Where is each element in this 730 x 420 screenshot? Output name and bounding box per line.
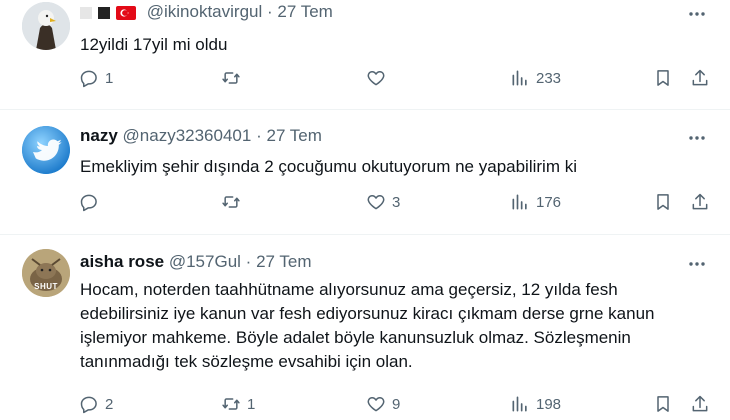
reply-button[interactable]: 1 bbox=[79, 68, 113, 88]
views-count: 198 bbox=[536, 395, 562, 413]
views-count: 233 bbox=[536, 69, 562, 87]
avatar[interactable] bbox=[22, 126, 70, 174]
avatar-caption: SHUT bbox=[34, 282, 58, 291]
like-button[interactable]: 9 bbox=[366, 394, 400, 414]
separator-dot: · bbox=[256, 126, 262, 145]
white-square-icon bbox=[80, 7, 92, 19]
bookmark-icon bbox=[657, 194, 669, 210]
like-icon bbox=[367, 397, 385, 412]
retweet-count: 1 bbox=[247, 395, 256, 413]
reply-count: 1 bbox=[105, 69, 114, 87]
bookmark-button[interactable] bbox=[653, 68, 673, 88]
tweet-3[interactable]: SHUT aisha rose @157Gul · 27 Tem Hocam, … bbox=[0, 235, 730, 420]
tweet-header: nazy @nazy32360401 · 27 Tem bbox=[80, 125, 322, 147]
bookmark-button[interactable] bbox=[653, 192, 673, 212]
eagle-avatar-image bbox=[22, 2, 70, 50]
tweet-date[interactable]: 27 Tem bbox=[266, 126, 321, 145]
more-icon[interactable] bbox=[684, 254, 710, 274]
share-icon bbox=[692, 395, 708, 412]
author-name[interactable]: aisha rose bbox=[80, 252, 164, 271]
reply-button[interactable]: 2 bbox=[79, 394, 113, 414]
share-icon bbox=[692, 69, 708, 86]
author-handle[interactable]: @ikinoktavirgul bbox=[147, 2, 263, 21]
tweet-date[interactable]: 27 Tem bbox=[256, 252, 311, 271]
retweet-button[interactable]: 1 bbox=[221, 394, 255, 414]
views-button[interactable]: 176 bbox=[510, 192, 561, 212]
tweet-actions: 1 233 bbox=[0, 68, 730, 94]
author-name[interactable]: nazy bbox=[80, 126, 118, 145]
tweet-actions: 2 1 9 198 bbox=[0, 394, 730, 420]
separator-dot: · bbox=[267, 2, 273, 21]
tweet-1[interactable]: @ikinoktavirgul · 27 Tem 12yildi 17yil m… bbox=[0, 0, 730, 110]
avatar[interactable] bbox=[22, 2, 70, 50]
bookmark-button[interactable] bbox=[653, 394, 673, 414]
views-icon bbox=[512, 396, 527, 412]
views-count: 176 bbox=[536, 193, 562, 211]
retweet-button[interactable] bbox=[221, 68, 247, 88]
share-button[interactable] bbox=[690, 192, 710, 212]
bookmark-icon bbox=[657, 396, 669, 412]
share-button[interactable] bbox=[690, 394, 710, 414]
reply-count: 2 bbox=[105, 395, 114, 413]
views-button[interactable]: 198 bbox=[510, 394, 561, 414]
tweet-header: aisha rose @157Gul · 27 Tem bbox=[80, 251, 312, 273]
black-square-icon bbox=[98, 7, 110, 19]
views-icon bbox=[512, 194, 527, 210]
separator-dot: · bbox=[245, 252, 252, 271]
like-icon bbox=[367, 195, 385, 210]
views-button[interactable]: 233 bbox=[510, 68, 561, 88]
bookmark-icon bbox=[657, 70, 669, 86]
turkey-flag-icon bbox=[116, 6, 136, 20]
tweet-text: Emekliyim şehir dışında 2 çocuğumu okutu… bbox=[80, 157, 577, 176]
tweet-text: Hocam, noterden taahhütname alıyorsunuz … bbox=[80, 280, 655, 371]
author-handle[interactable]: @nazy32360401 bbox=[123, 126, 252, 145]
like-button[interactable]: 3 bbox=[366, 192, 400, 212]
author-handle[interactable]: @157Gul bbox=[169, 252, 241, 271]
retweet-icon bbox=[222, 72, 240, 84]
share-button[interactable] bbox=[690, 68, 710, 88]
like-count: 9 bbox=[392, 395, 401, 413]
views-icon bbox=[512, 70, 527, 86]
tweet-text: 12yildi 17yil mi oldu bbox=[80, 35, 228, 54]
bird-avatar-image bbox=[22, 126, 70, 174]
tweet-actions: 3 176 bbox=[0, 192, 730, 218]
reply-button[interactable] bbox=[79, 192, 105, 212]
reply-icon bbox=[80, 70, 97, 88]
tweet-header: @ikinoktavirgul · 27 Tem bbox=[80, 1, 333, 23]
tweet-date[interactable]: 27 Tem bbox=[277, 2, 332, 21]
retweet-icon bbox=[222, 196, 240, 208]
retweet-button[interactable] bbox=[221, 192, 247, 212]
like-button[interactable] bbox=[366, 68, 392, 88]
like-icon bbox=[367, 71, 385, 86]
tweet-2[interactable]: nazy @nazy32360401 · 27 Tem Emekliyim şe… bbox=[0, 110, 730, 235]
reply-icon bbox=[80, 396, 97, 414]
like-count: 3 bbox=[392, 193, 401, 211]
reply-icon bbox=[80, 194, 97, 212]
more-icon[interactable] bbox=[684, 4, 710, 24]
name-emoji-flags bbox=[80, 6, 136, 20]
avatar[interactable]: SHUT bbox=[22, 249, 70, 297]
more-icon[interactable] bbox=[684, 128, 710, 148]
share-icon bbox=[692, 193, 708, 210]
retweet-icon bbox=[222, 398, 240, 410]
